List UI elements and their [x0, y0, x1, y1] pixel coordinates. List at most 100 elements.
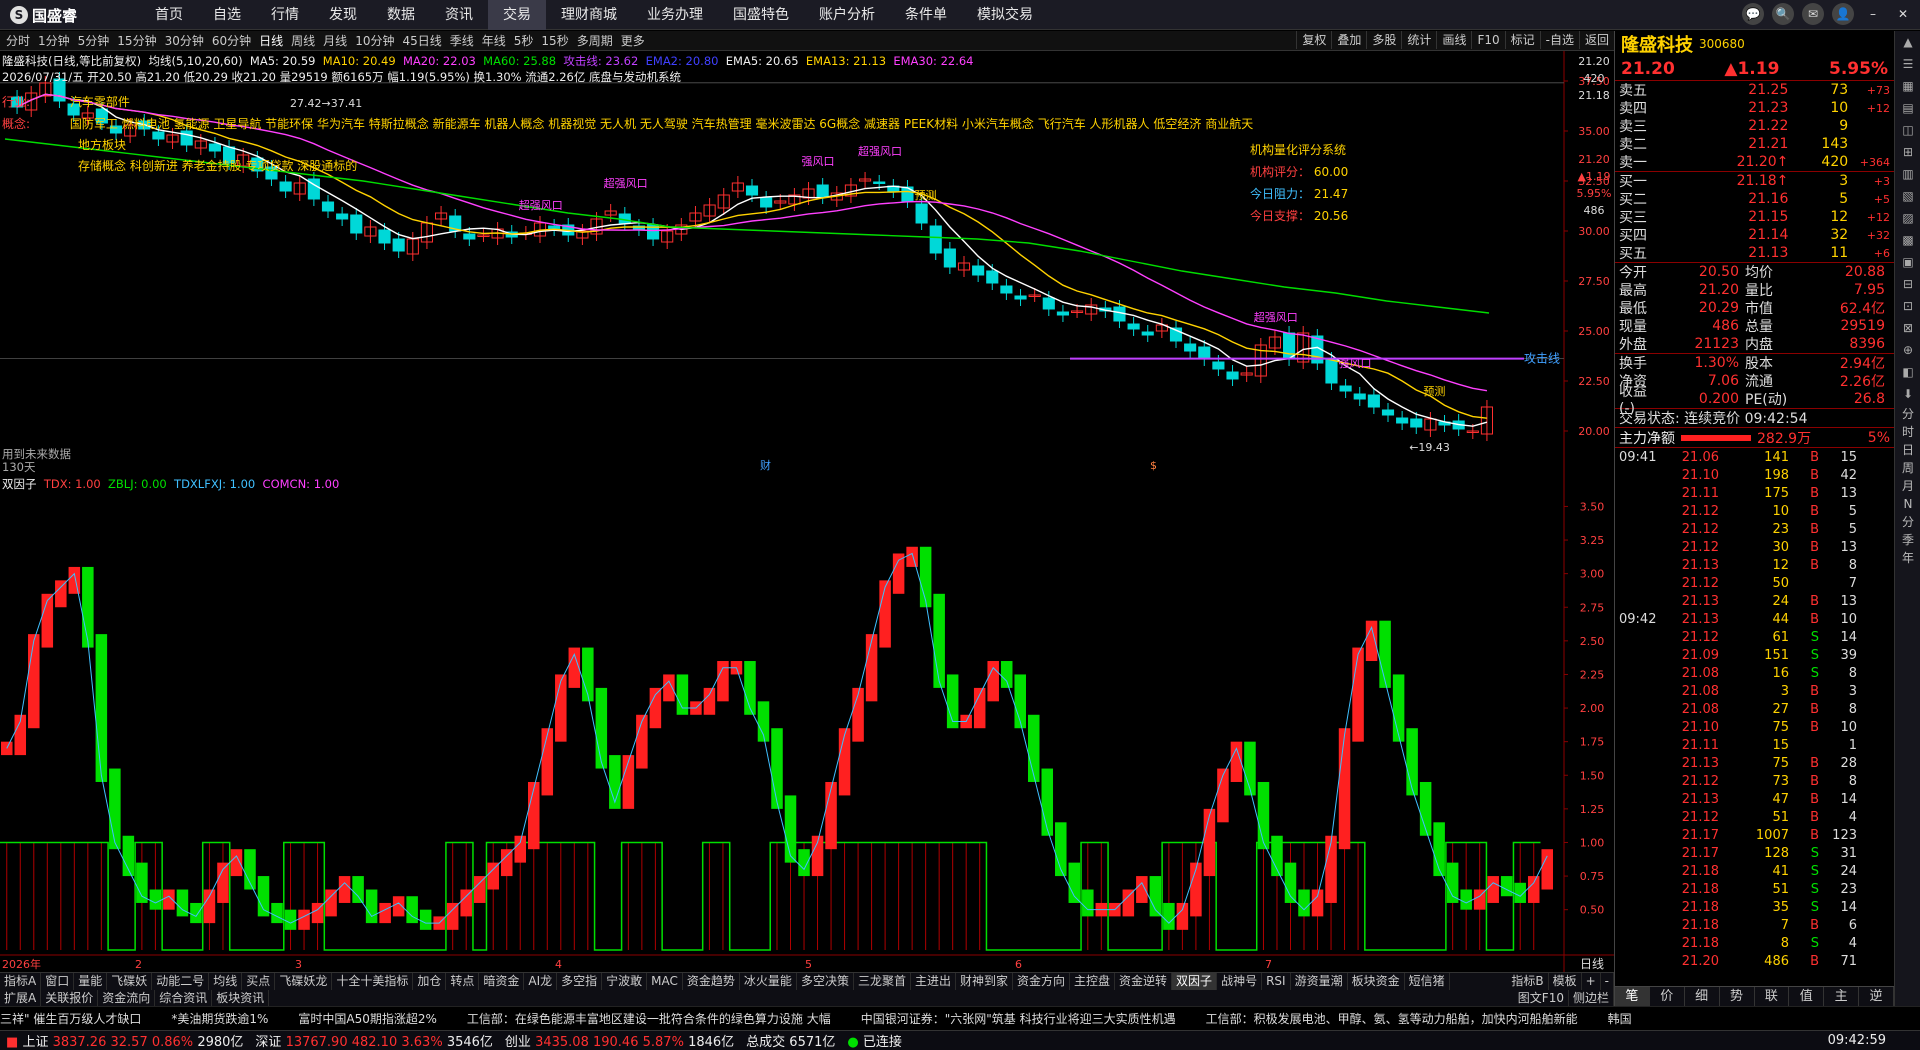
mail-icon[interactable]: ✉	[1802, 3, 1824, 25]
asks-row-0[interactable]: 卖五 21.25 73 +73	[1615, 81, 1894, 99]
period-13[interactable]: 5秒	[510, 31, 538, 51]
indicator-tab-5[interactable]: 均线	[209, 973, 243, 990]
tool-label-4[interactable]: 月	[1895, 477, 1920, 495]
indicator-tab-tool-1[interactable]: 模板	[1549, 973, 1582, 990]
indicator-tab-7[interactable]: 飞碟妖龙	[275, 973, 333, 990]
indicator-tab-10[interactable]: 转点	[446, 973, 480, 990]
tool-icon-10[interactable]: ▣	[1895, 251, 1920, 273]
bids-row-3[interactable]: 买四 21.14 32 +32	[1615, 226, 1894, 244]
period-15[interactable]: 多周期	[573, 31, 617, 51]
menu-item-7[interactable]: 理财商城	[546, 0, 632, 30]
tool-icon-5[interactable]: ⊞	[1895, 141, 1920, 163]
tool-icon-9[interactable]: ▩	[1895, 229, 1920, 251]
tool-icon-1[interactable]: ☰	[1895, 53, 1920, 75]
tool-label-8[interactable]: 年	[1895, 549, 1920, 567]
cy-index[interactable]: 创业 3435.08 190.46 5.87% 1846亿	[505, 1031, 734, 1050]
bids-row-1[interactable]: 买二 21.16 5 +5	[1615, 190, 1894, 208]
period-16[interactable]: 更多	[617, 31, 649, 51]
indicator-tab-12[interactable]: AI龙	[524, 973, 558, 990]
indicator-tab-17[interactable]: 冰火量能	[740, 973, 797, 990]
chart-tool-1[interactable]: 叠加	[1331, 31, 1366, 49]
tool-icon-2[interactable]: ▦	[1895, 75, 1920, 97]
asks-row-1[interactable]: 卖四 21.23 10 +12	[1615, 99, 1894, 117]
indicator-tab-30[interactable]: 短信猪	[1405, 973, 1450, 990]
dual-factor-chart[interactable]: 3.50 3.25 3.00 2.75 2.50 2.25 2.00 1.75 1.50 1.25…	[0, 475, 1614, 972]
tool-icon-13[interactable]: ⊠	[1895, 317, 1920, 339]
quote-tab-2[interactable]: 细	[1685, 987, 1720, 1006]
asks-row-4[interactable]: 卖一 21.20↑ 420 +364	[1615, 153, 1894, 171]
menu-item-1[interactable]: 自选	[198, 0, 256, 30]
indicator-tab-22[interactable]: 资金方向	[1013, 973, 1071, 990]
message-icon[interactable]: 💬	[1742, 3, 1764, 25]
indicator-tab-25[interactable]: 双因子	[1172, 973, 1218, 990]
indicator-tab-1[interactable]: 窗口	[41, 973, 75, 990]
chart-tool-8[interactable]: 返回	[1578, 31, 1614, 49]
indicator-tab-20[interactable]: 主进出	[911, 973, 956, 990]
indicator-tab-11[interactable]: 暗资金	[479, 973, 525, 990]
user-icon[interactable]: 👤	[1832, 3, 1854, 25]
chart-tool-3[interactable]: 统计	[1401, 31, 1436, 49]
indicator-tab-28[interactable]: 游资量潮	[1291, 973, 1348, 990]
subtab-2[interactable]: 资金流向	[98, 990, 156, 1006]
period-10[interactable]: 45日线	[398, 31, 445, 51]
menu-item-8[interactable]: 业务办理	[632, 0, 718, 30]
quote-tab-7[interactable]: 逆	[1859, 987, 1894, 1006]
sh-index[interactable]: ■ 上证 3837.26 32.57 0.86% 2980亿	[6, 1031, 243, 1050]
period-11[interactable]: 季线	[446, 31, 478, 51]
subtab-right-0[interactable]: 图文F10	[1514, 990, 1569, 1006]
chart-tool-7[interactable]: -自选	[1539, 31, 1579, 49]
indicator-tab-21[interactable]: 财神到家	[956, 973, 1013, 990]
indicator-tab-9[interactable]: 加仓	[413, 973, 447, 990]
indicator-tab-18[interactable]: 多空决策	[797, 973, 854, 990]
period-9[interactable]: 10分钟	[351, 31, 398, 51]
subtab-1[interactable]: 关联报价	[41, 990, 99, 1006]
ticker-item-3[interactable]: 工信部：在绿色能源丰富地区建设一批符合条件的绿色算力设施 大幅	[467, 1007, 831, 1030]
period-8[interactable]: 月线	[319, 31, 351, 51]
period-1[interactable]: 1分钟	[34, 31, 74, 51]
search-icon[interactable]: 🔍	[1772, 3, 1794, 25]
indicator-tab-13[interactable]: 多空指	[557, 973, 603, 990]
indicator-tab-15[interactable]: MAC	[647, 973, 683, 990]
indicator-tab-tool-0[interactable]: 指标B	[1507, 973, 1549, 990]
tool-label-1[interactable]: 时	[1895, 423, 1920, 441]
indicator-tab-24[interactable]: 资金逆转	[1115, 973, 1173, 990]
indicator-tab-26[interactable]: 战神号	[1217, 973, 1263, 990]
quote-tab-5[interactable]: 值	[1789, 987, 1825, 1006]
chart-tool-2[interactable]: 多股	[1366, 31, 1401, 49]
indicator-tab-3[interactable]: 飞碟妖	[107, 973, 153, 990]
subtab-4[interactable]: 板块资讯	[212, 990, 270, 1006]
ticker-item-5[interactable]: 工信部：积极发展电池、甲醇、氨、氢等动力船舶，加快内河船舶新能	[1206, 1007, 1578, 1030]
menu-item-9[interactable]: 国盛特色	[718, 0, 804, 30]
indicator-tab-tool-2[interactable]: +	[1582, 973, 1601, 990]
tool-icon-12[interactable]: ⊡	[1895, 295, 1920, 317]
tool-icon-3[interactable]: ▤	[1895, 97, 1920, 119]
period-5[interactable]: 60分钟	[208, 31, 255, 51]
indicator-tab-14[interactable]: 宁波敢	[602, 973, 648, 990]
chart-tool-6[interactable]: 标记	[1504, 31, 1540, 49]
ticker-item-2[interactable]: 富时中国A50期指涨超2%	[298, 1007, 437, 1030]
tick-list[interactable]: 09:41 21.06 141 B 15 21.10 198 B 42 21.11 175 B 13 21…	[1615, 448, 1894, 970]
indicator-tab-4[interactable]: 动能二号	[152, 973, 210, 990]
indicator-tab-23[interactable]: 主控盘	[1070, 973, 1116, 990]
quote-tab-3[interactable]: 势	[1720, 987, 1755, 1006]
tool-icon-8[interactable]: ▨	[1895, 207, 1920, 229]
bids-row-4[interactable]: 买五 21.13 11 +6	[1615, 244, 1894, 262]
indicator-tab-6[interactable]: 买点	[242, 973, 276, 990]
quote-tab-6[interactable]: 主	[1824, 987, 1860, 1006]
indicator-tab-0[interactable]: 指标A	[0, 973, 42, 990]
tool-icon-4[interactable]: ◫	[1895, 119, 1920, 141]
menu-item-10[interactable]: 账户分析	[804, 0, 890, 30]
period-14[interactable]: 15秒	[537, 31, 572, 51]
subtab-0[interactable]: 扩展A	[0, 990, 42, 1006]
app-logo[interactable]: S 国盛睿	[10, 5, 77, 25]
tool-label-3[interactable]: 周	[1895, 459, 1920, 477]
tool-icon-7[interactable]: ▧	[1895, 185, 1920, 207]
indicator-tab-8[interactable]: 十全十美指标	[332, 973, 414, 990]
ticker-item-6[interactable]: 韩国	[1608, 1007, 1632, 1030]
tool-label-5[interactable]: N	[1895, 495, 1920, 513]
menu-item-2[interactable]: 行情	[256, 0, 314, 30]
quote-tab-1[interactable]: 价	[1650, 987, 1685, 1006]
indicator-tab-29[interactable]: 板块资金	[1348, 973, 1405, 990]
period-6[interactable]: 日线	[255, 31, 287, 51]
menu-item-4[interactable]: 数据	[372, 0, 430, 30]
